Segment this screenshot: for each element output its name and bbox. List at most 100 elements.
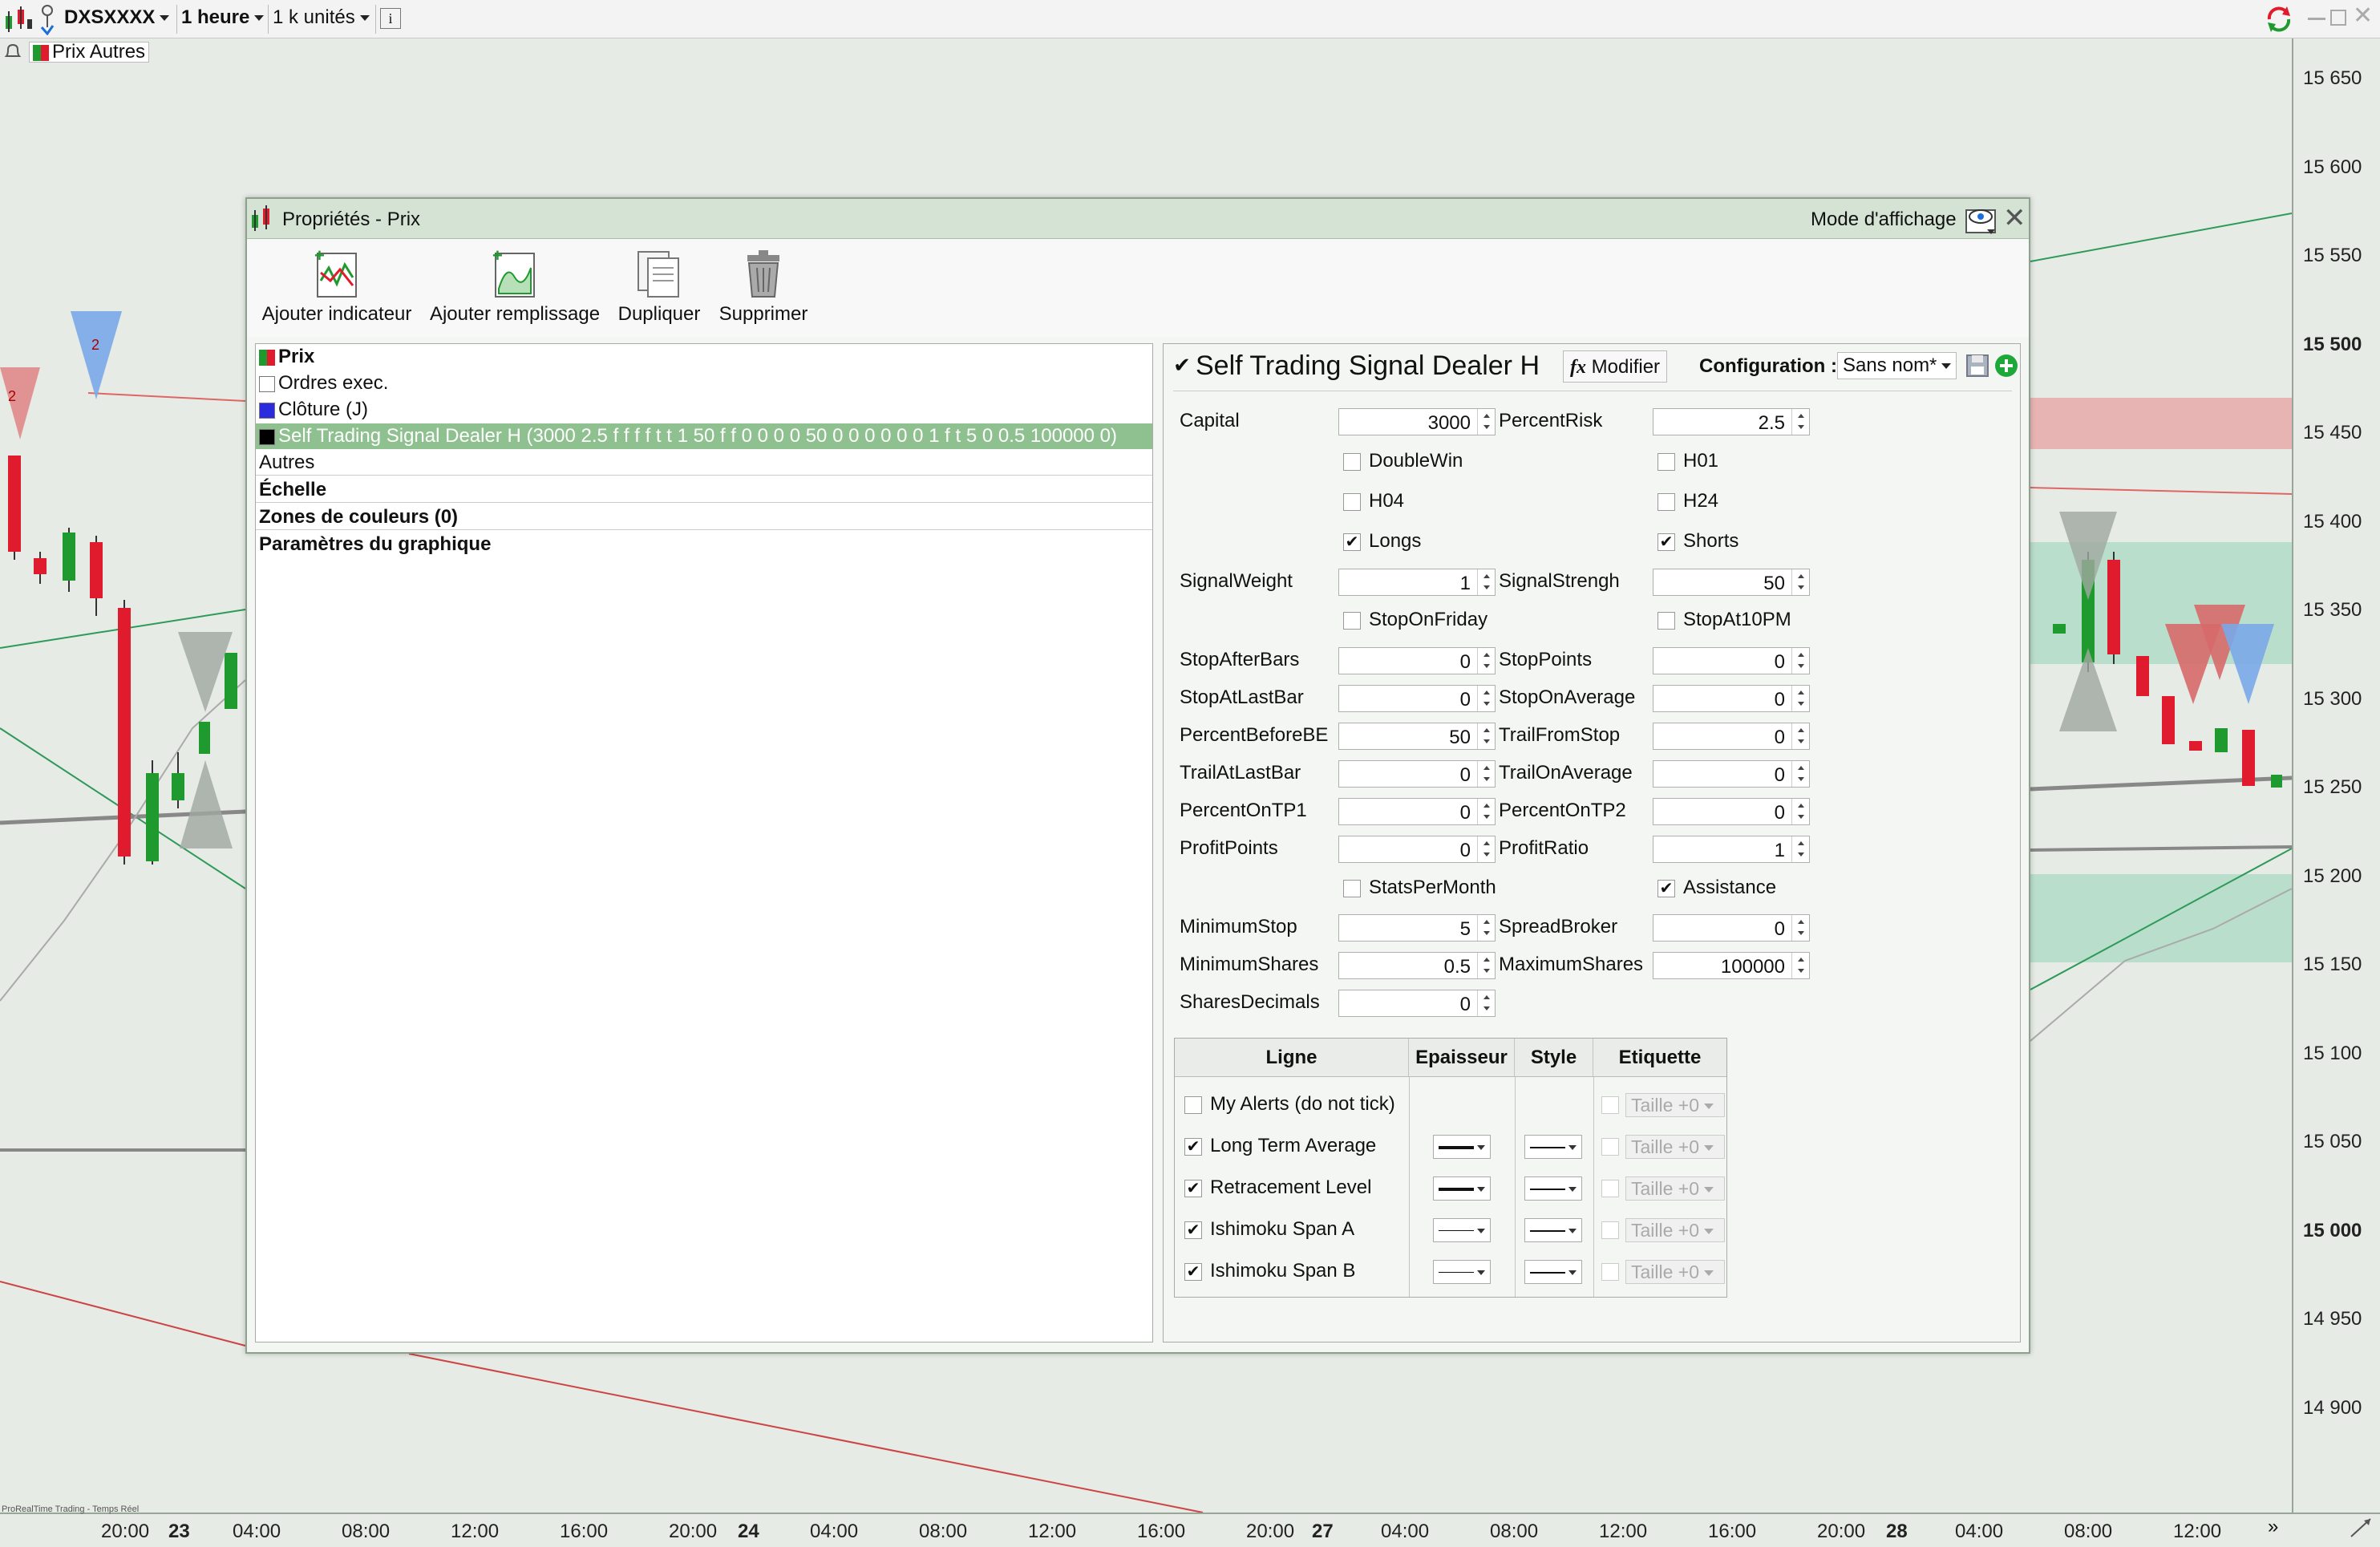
label-size-select[interactable]: Taille +0 — [1625, 1176, 1725, 1201]
spinner-arrows[interactable] — [1477, 915, 1495, 941]
stopat10pm-checkbox[interactable] — [1658, 612, 1675, 630]
add-config-icon[interactable] — [1994, 354, 2018, 383]
time-axis[interactable]: 20:00 23 04:00 08:00 12:00 16:00 20:00 24 04:00 0… — [0, 1513, 2380, 1547]
tree-item-signal-dealer[interactable]: Self Trading Signal Dealer H (3000 2.5 f… — [256, 423, 1152, 449]
spreadbroker-input[interactable]: 0 — [1653, 914, 1810, 942]
h01-checkbox[interactable] — [1658, 453, 1675, 471]
add-indicator-button[interactable]: + Ajouter indicateur — [258, 249, 415, 326]
delete-button[interactable]: Supprimer — [715, 249, 812, 326]
label-size-select[interactable]: Taille +0 — [1625, 1093, 1725, 1117]
thickness-select[interactable] — [1433, 1135, 1491, 1159]
dialog-title-bar[interactable]: Propriétés - Prix Mode d'affichage ✕ — [247, 199, 2029, 239]
trailonaverage-input[interactable]: 0 — [1653, 760, 1810, 788]
tree-item-prix[interactable]: Prix — [259, 344, 314, 370]
spinner-arrows[interactable] — [1477, 686, 1495, 711]
indicator-enabled-checkbox[interactable]: ✔ — [1173, 354, 1191, 375]
statspermonth-checkbox[interactable] — [1343, 880, 1361, 897]
eye-icon[interactable] — [1963, 204, 2000, 241]
close-window-icon[interactable]: ✕ — [2353, 2, 2373, 30]
close-dialog-icon[interactable]: ✕ — [2003, 202, 2026, 234]
spinner-arrows[interactable] — [1791, 686, 1809, 711]
shorts-checkbox[interactable]: ✔ — [1658, 533, 1675, 551]
label-size-select[interactable]: Taille +0 — [1625, 1218, 1725, 1242]
percentbeforebe-input[interactable]: 50 — [1338, 723, 1496, 750]
stoppoints-input[interactable]: 0 — [1653, 647, 1810, 674]
spinner-arrows[interactable] — [1791, 953, 1809, 978]
prix-tag[interactable]: Prix Autres — [29, 41, 150, 63]
spinner-arrows[interactable] — [1791, 569, 1809, 595]
longs-checkbox[interactable]: ✔ — [1343, 533, 1361, 551]
stopafterbars-input[interactable]: 0 — [1338, 647, 1496, 674]
signalstrengh-input[interactable]: 50 — [1653, 569, 1810, 596]
spinner-arrows[interactable] — [1477, 409, 1495, 435]
candlestick-icon[interactable] — [3, 5, 35, 39]
spinner-arrows[interactable] — [1791, 409, 1809, 435]
spinner-arrows[interactable] — [1477, 569, 1495, 595]
maximize-icon[interactable] — [2330, 10, 2346, 26]
line-row-checkbox[interactable]: ✔ — [1184, 1263, 1202, 1281]
zoom-icon[interactable] — [2348, 1516, 2374, 1545]
duplicate-button[interactable]: Dupliquer — [611, 249, 707, 326]
configuration-select[interactable]: Sans nom* — [1837, 352, 1957, 379]
modify-button[interactable]: fx Modifier — [1563, 350, 1668, 383]
line-row-checkbox[interactable]: ✔ — [1184, 1180, 1202, 1197]
spinner-arrows[interactable] — [1791, 761, 1809, 787]
percentontp1-input[interactable]: 0 — [1338, 798, 1496, 825]
price-axis[interactable]: 15 650 15 600 15 550 15 500 15 450 15 400 15 3… — [2292, 38, 2380, 1513]
signalweight-input[interactable]: 1 — [1338, 569, 1496, 596]
line-row-checkbox[interactable] — [1184, 1096, 1202, 1114]
thickness-select[interactable] — [1433, 1176, 1491, 1201]
profitpoints-input[interactable]: 0 — [1338, 836, 1496, 863]
line-row-checkbox[interactable]: ✔ — [1184, 1221, 1202, 1239]
spinner-arrows[interactable] — [1477, 799, 1495, 824]
style-select[interactable] — [1524, 1135, 1582, 1159]
spinner-arrows[interactable] — [1477, 761, 1495, 787]
trailatlastbar-input[interactable]: 0 — [1338, 760, 1496, 788]
doublewin-checkbox[interactable] — [1343, 453, 1361, 471]
label-checkbox[interactable] — [1601, 1138, 1619, 1156]
thickness-select[interactable] — [1433, 1260, 1491, 1284]
stoponaverage-input[interactable]: 0 — [1653, 685, 1810, 712]
minimize-icon[interactable] — [2308, 18, 2325, 20]
label-size-select[interactable]: Taille +0 — [1625, 1260, 1725, 1284]
minimumstop-input[interactable]: 5 — [1338, 914, 1496, 942]
units-selector[interactable]: 1 k unités — [273, 6, 370, 29]
assistance-checkbox[interactable]: ✔ — [1658, 880, 1675, 897]
spinner-arrows[interactable] — [1477, 953, 1495, 978]
link-icon[interactable] — [38, 3, 56, 41]
tree-item-ordres[interactable]: Ordres exec. — [259, 371, 388, 396]
percentontp2-input[interactable]: 0 — [1653, 798, 1810, 825]
label-size-select[interactable]: Taille +0 — [1625, 1135, 1725, 1159]
percentrisk-input[interactable]: 2.5 — [1653, 408, 1810, 435]
label-checkbox[interactable] — [1601, 1221, 1619, 1239]
thickness-select[interactable] — [1433, 1218, 1491, 1242]
tree-item-autres[interactable]: Autres — [256, 450, 1152, 476]
spinner-arrows[interactable] — [1477, 990, 1495, 1016]
spinner-arrows[interactable] — [1791, 915, 1809, 941]
capital-input[interactable]: 3000 — [1338, 408, 1496, 435]
add-fill-button[interactable]: + Ajouter remplissage — [427, 249, 603, 326]
spinner-arrows[interactable] — [1477, 648, 1495, 674]
maximumshares-input[interactable]: 100000 — [1653, 952, 1810, 979]
spinner-arrows[interactable] — [1477, 723, 1495, 749]
info-icon[interactable]: i — [380, 8, 401, 29]
tree-item-params[interactable]: Paramètres du graphique — [259, 532, 491, 557]
save-icon[interactable] — [1965, 354, 1989, 383]
tree-item-echelle[interactable]: Échelle — [256, 477, 1152, 503]
label-checkbox[interactable] — [1601, 1263, 1619, 1281]
spinner-arrows[interactable] — [1791, 799, 1809, 824]
stopatlastbar-input[interactable]: 0 — [1338, 685, 1496, 712]
sharesdecimals-input[interactable]: 0 — [1338, 990, 1496, 1017]
profitratio-input[interactable]: 1 — [1653, 836, 1810, 863]
refresh-icon[interactable] — [2263, 5, 2295, 39]
timeframe-selector[interactable]: 1 heure — [181, 6, 265, 29]
bell-icon[interactable] — [3, 42, 22, 67]
style-select[interactable] — [1524, 1176, 1582, 1201]
tree-item-zones[interactable]: Zones de couleurs (0) — [256, 504, 1152, 530]
spinner-arrows[interactable] — [1791, 648, 1809, 674]
autres-label[interactable]: Autres — [90, 41, 145, 63]
spinner-arrows[interactable] — [1791, 836, 1809, 862]
label-checkbox[interactable] — [1601, 1096, 1619, 1114]
minimumshares-input[interactable]: 0.5 — [1338, 952, 1496, 979]
spinner-arrows[interactable] — [1791, 723, 1809, 749]
